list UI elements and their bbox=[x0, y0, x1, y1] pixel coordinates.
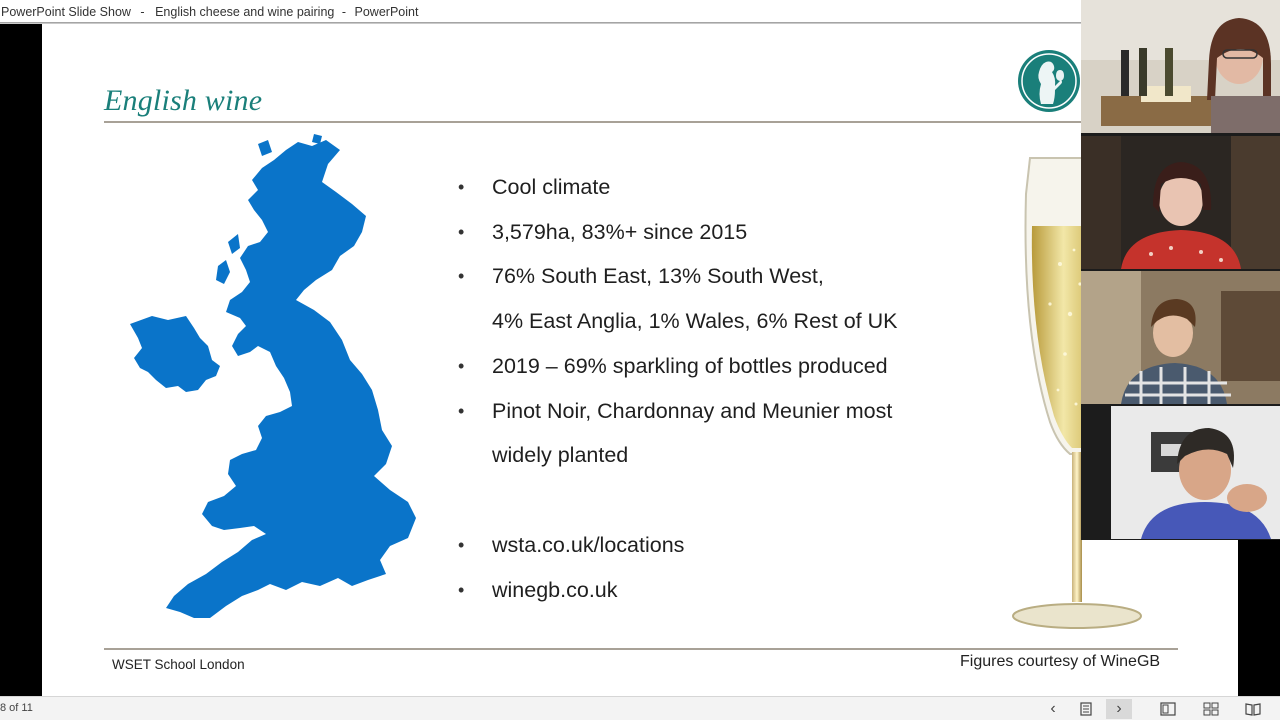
uk-map-icon bbox=[130, 134, 416, 618]
bullet-glyph: • bbox=[458, 221, 465, 242]
next-slide-button[interactable]: › bbox=[1106, 699, 1132, 719]
slide-sorter-button[interactable] bbox=[1198, 699, 1224, 719]
bullet-glyph: • bbox=[458, 177, 465, 197]
wset-logo-icon bbox=[1018, 50, 1080, 112]
bullet-item: • Pinot Noir, Chardonnay and Meunier most bbox=[456, 389, 1016, 434]
bullet-text: Cool climate bbox=[492, 175, 611, 199]
bullet-continuation: widely planted bbox=[456, 433, 1016, 478]
normal-view-icon bbox=[1160, 702, 1176, 716]
participant-video-tile[interactable] bbox=[1081, 136, 1280, 269]
title-divider bbox=[104, 121, 1204, 123]
window-title-separator-2: - bbox=[341, 5, 347, 19]
bullet-continuation: 4% East Anglia, 1% Wales, 6% Rest of UK bbox=[456, 299, 1016, 344]
chevron-left-icon: ‹ bbox=[1050, 700, 1056, 717]
participant-video-tile[interactable] bbox=[1081, 271, 1280, 404]
link-text[interactable]: winegb.co.uk bbox=[492, 578, 618, 602]
chevron-right-icon: › bbox=[1116, 700, 1122, 717]
link-item[interactable]: • winegb.co.uk bbox=[456, 568, 1016, 613]
bullet-list: • Cool climate • 3,579ha, 83%+ since 2015 … bbox=[456, 165, 1016, 478]
slideshow-status-bar: 8 of 11 ‹ › bbox=[0, 696, 1280, 720]
window-title-separator: - bbox=[140, 5, 145, 19]
footer-organisation: WSET School London bbox=[112, 657, 245, 672]
participant-video-tile[interactable] bbox=[1081, 0, 1280, 133]
bullet-text: 3,579ha, 83%+ since 2015 bbox=[492, 219, 748, 244]
notes-view-button[interactable] bbox=[1073, 699, 1099, 719]
bullet-item: • 76% South East, 13% South West, bbox=[456, 254, 1016, 299]
window-title-document: English cheese and wine pairing bbox=[155, 5, 335, 19]
bullet-glyph: • bbox=[458, 266, 465, 287]
bullet-item: • Cool climate bbox=[456, 165, 1016, 210]
bullet-text: 4% East Anglia, 1% Wales, 6% Rest of UK bbox=[492, 309, 898, 334]
bullet-text: widely planted bbox=[492, 443, 629, 468]
bullet-item: • 2019 – 69% sparkling of bottles produce… bbox=[456, 344, 1016, 389]
normal-view-button[interactable] bbox=[1155, 699, 1181, 719]
window-title-app: PowerPoint Slide Show bbox=[1, 5, 131, 19]
slide-canvas[interactable]: English wine • Cool climate • 3,579ha, 83%… bbox=[42, 24, 1238, 696]
link-text[interactable]: wsta.co.uk/locations bbox=[492, 533, 684, 557]
participant-4-avatar bbox=[1081, 406, 1280, 539]
grid-icon bbox=[1203, 702, 1219, 716]
link-list: • wsta.co.uk/locations • winegb.co.uk bbox=[456, 523, 1016, 612]
footer-credit: Figures courtesy of WineGB bbox=[960, 653, 1161, 670]
bullet-glyph: • bbox=[458, 355, 465, 376]
notes-icon bbox=[1080, 702, 1092, 716]
slide-counter: 8 of 11 bbox=[0, 702, 33, 714]
previous-slide-button[interactable]: ‹ bbox=[1040, 699, 1066, 719]
participant-2-avatar bbox=[1081, 136, 1280, 269]
footer-divider bbox=[104, 648, 1178, 650]
bullet-glyph: • bbox=[458, 535, 465, 555]
reading-view-button[interactable] bbox=[1240, 699, 1266, 719]
participant-3-avatar bbox=[1081, 271, 1280, 404]
link-item[interactable]: • wsta.co.uk/locations bbox=[456, 523, 1016, 568]
bullet-glyph: • bbox=[458, 400, 465, 421]
bullet-text: 76% South East, 13% South West, bbox=[492, 264, 824, 289]
participant-video-tile[interactable] bbox=[1081, 406, 1280, 539]
window-title-appname: PowerPoint bbox=[354, 5, 419, 19]
bullet-glyph: • bbox=[458, 579, 465, 600]
bullet-item: • 3,579ha, 83%+ since 2015 bbox=[456, 210, 1016, 255]
bullet-text: 2019 – 69% sparkling of bottles produced bbox=[492, 353, 888, 378]
video-gallery bbox=[1081, 0, 1280, 540]
participant-1-avatar bbox=[1081, 0, 1280, 133]
slide-title: English wine bbox=[104, 84, 263, 117]
book-icon bbox=[1245, 703, 1261, 716]
bullet-text: Pinot Noir, Chardonnay and Meunier most bbox=[492, 398, 893, 423]
